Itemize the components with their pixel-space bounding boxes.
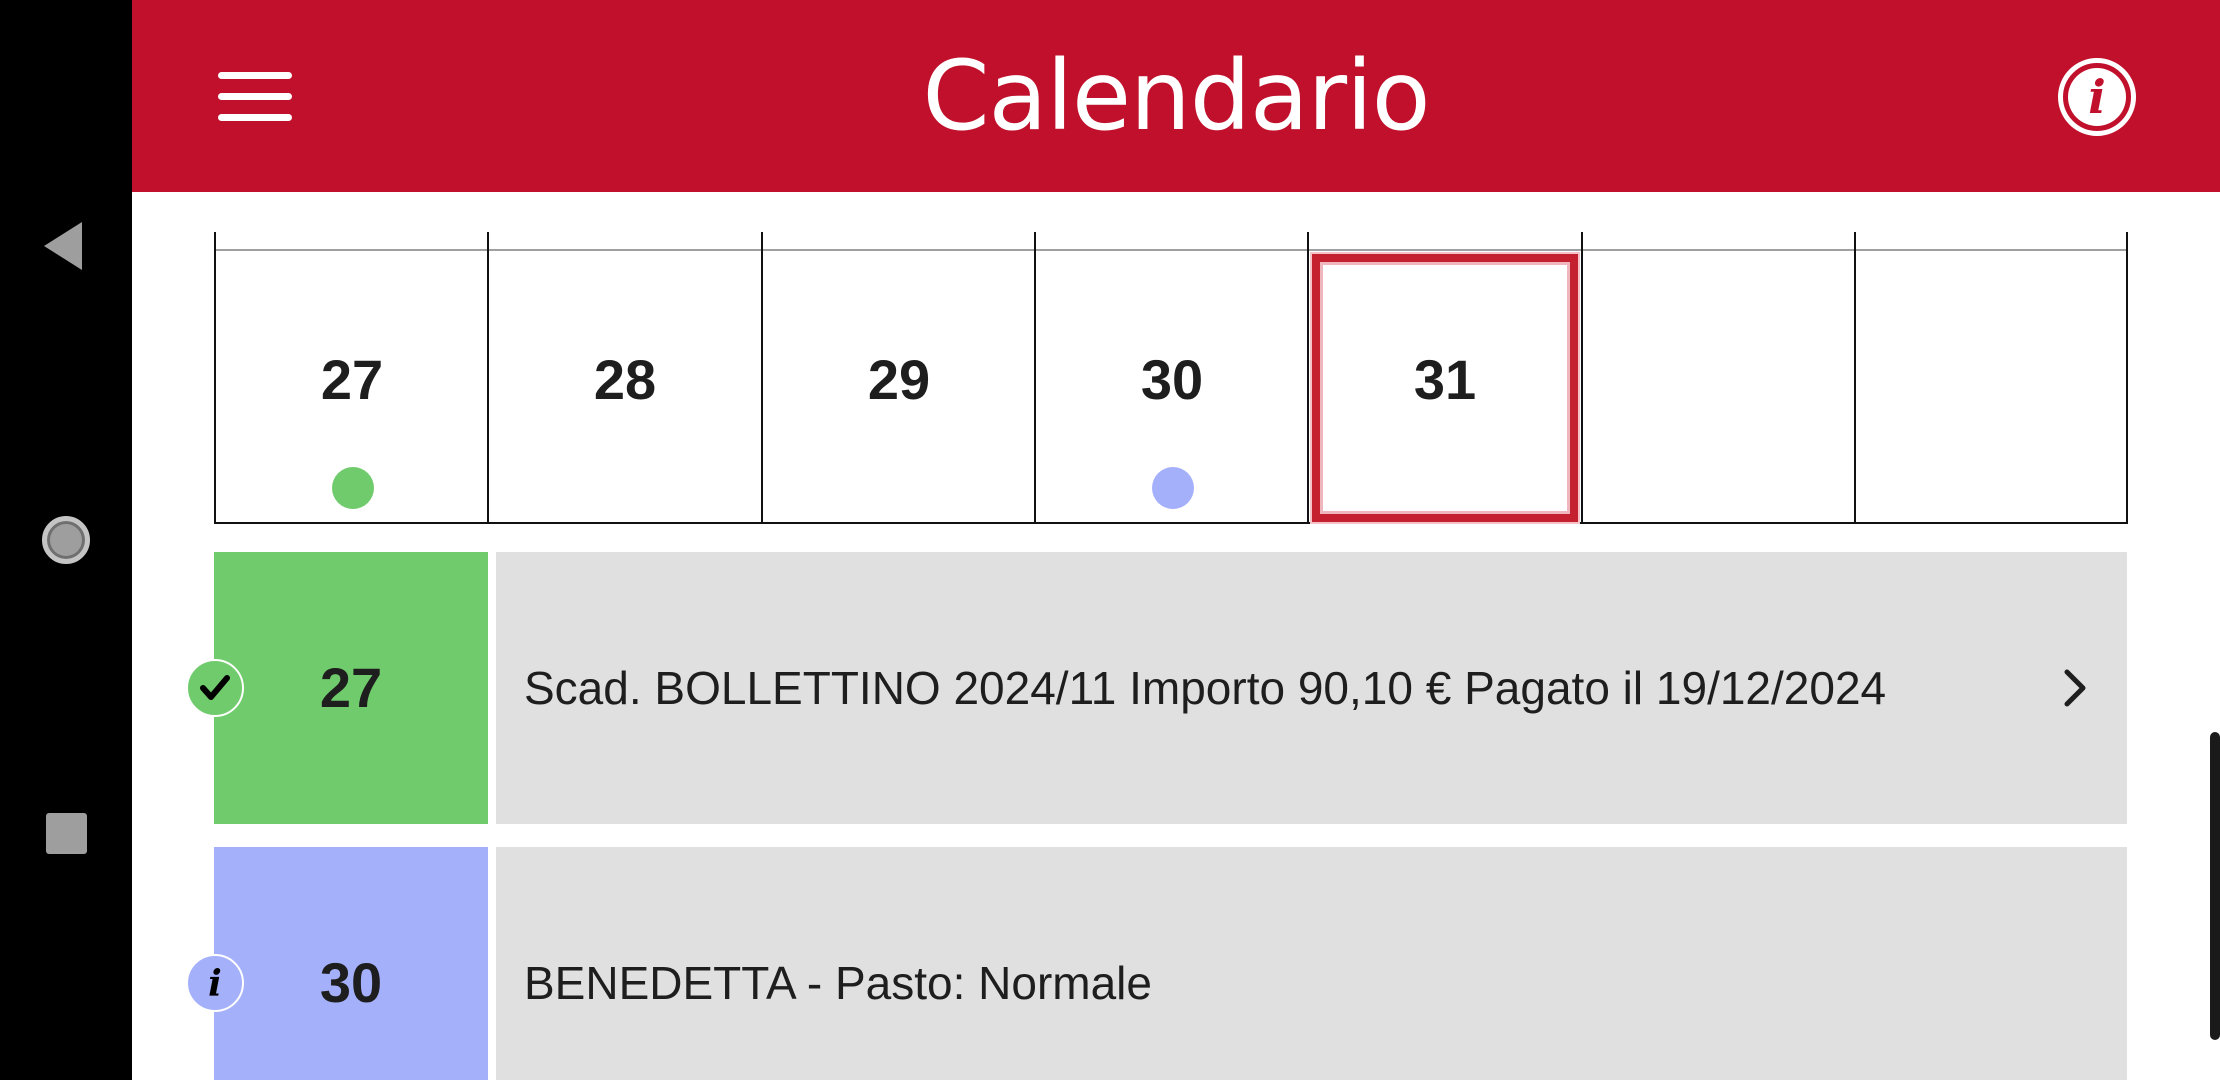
- day-cell[interactable]: [1854, 232, 2128, 524]
- event-row[interactable]: i 30 BENEDETTA - Pasto: Normale: [186, 847, 2127, 1080]
- app-bar: Calendario i: [132, 0, 2220, 192]
- day-number: 31: [1413, 348, 1477, 411]
- event-day-number: 27: [319, 656, 383, 719]
- event-description: BENEDETTA - Pasto: Normale: [524, 957, 1152, 1009]
- day-cell[interactable]: 28: [487, 232, 761, 524]
- event-row[interactable]: 27 Scad. BOLLETTINO 2024/11 Importo 90,1…: [186, 552, 2127, 824]
- info-icon[interactable]: i: [2058, 58, 2136, 136]
- event-details[interactable]: BENEDETTA - Pasto: Normale: [496, 847, 2127, 1080]
- day-cell[interactable]: 31: [1307, 232, 1581, 524]
- day-number: 29: [867, 348, 931, 411]
- event-dot: [1152, 467, 1194, 509]
- event-date-block: i 30: [186, 847, 488, 1080]
- day-number: 27: [320, 348, 384, 411]
- screen: Calendario i 27 28 29 30 31 27 Scad. BOLLETT…: [0, 0, 2220, 1080]
- day-cell[interactable]: 27: [214, 232, 488, 524]
- scrollbar[interactable]: [2210, 732, 2220, 1040]
- day-cell[interactable]: [1581, 232, 1855, 524]
- day-cell[interactable]: 29: [761, 232, 1035, 524]
- event-date-block: 27: [186, 552, 488, 824]
- page-title: Calendario: [922, 40, 1430, 152]
- day-number: 30: [1140, 348, 1204, 411]
- system-navigation-bar: [0, 0, 132, 1080]
- chevron-right-icon[interactable]: [2057, 668, 2093, 708]
- day-number: 28: [593, 348, 657, 411]
- event-day-number: 30: [319, 951, 383, 1014]
- back-icon[interactable]: [44, 222, 82, 270]
- home-icon[interactable]: [42, 516, 90, 564]
- event-details[interactable]: Scad. BOLLETTINO 2024/11 Importo 90,10 €…: [496, 552, 2127, 824]
- recents-icon[interactable]: [46, 813, 87, 854]
- event-dot: [332, 467, 374, 509]
- day-cell[interactable]: 30: [1034, 232, 1308, 524]
- week-strip: 27 28 29 30 31: [214, 232, 2128, 524]
- event-description: Scad. BOLLETTINO 2024/11 Importo 90,10 €…: [524, 662, 1887, 714]
